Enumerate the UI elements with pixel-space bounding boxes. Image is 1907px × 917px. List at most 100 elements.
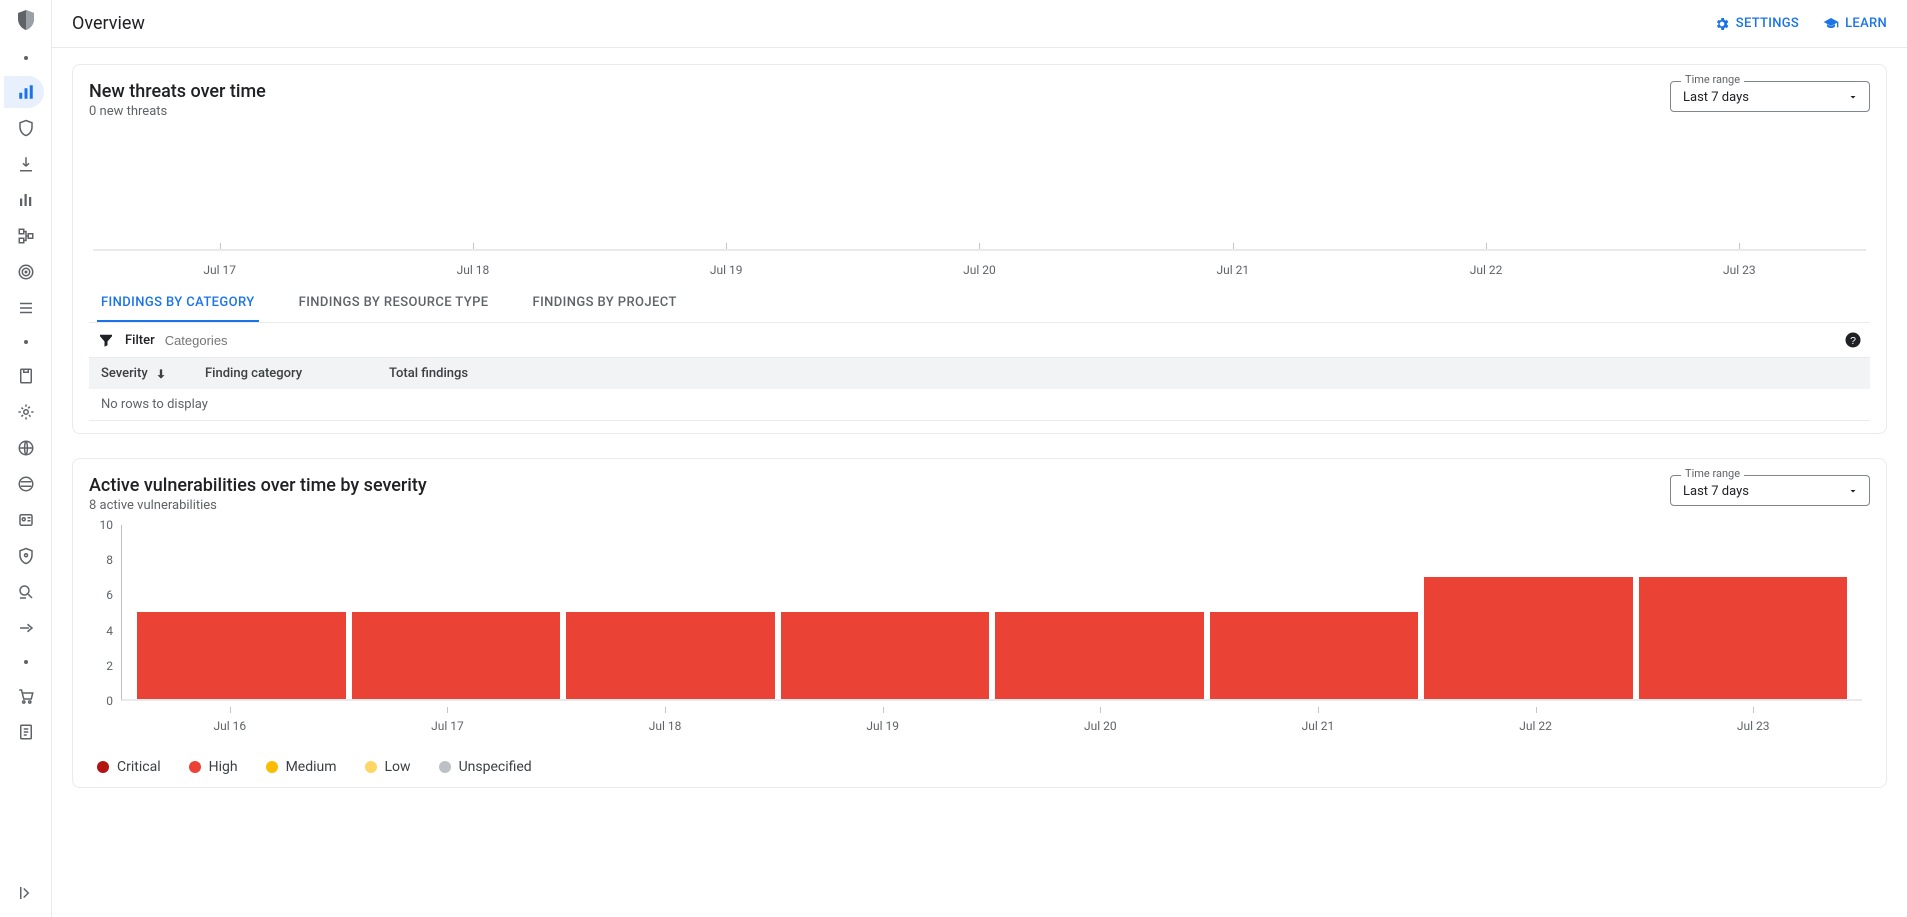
left-rail	[0, 0, 52, 917]
legend-swatch	[266, 761, 278, 773]
legend-item: Low	[365, 759, 411, 775]
chart-bar	[1421, 525, 1636, 699]
legend-label: Critical	[117, 759, 161, 775]
rail-divider-dot	[24, 660, 28, 664]
legend-item: Unspecified	[439, 759, 532, 775]
chart-bar	[349, 525, 564, 699]
chart-x-tick: Jul 18	[346, 247, 599, 277]
nav-radar[interactable]	[4, 256, 44, 288]
col-severity[interactable]: Severity	[101, 366, 181, 381]
chart-bar	[563, 525, 778, 699]
findings-tabs: FINDINGS BY CATEGORY FINDINGS BY RESOURC…	[89, 283, 1870, 323]
settings-button[interactable]: SETTINGS	[1714, 16, 1799, 32]
chart-x-tick: Jul 16	[121, 719, 339, 733]
chart-bar	[778, 525, 993, 699]
nav-search-policy[interactable]	[4, 576, 44, 608]
chart-x-tick: Jul 23	[1613, 247, 1866, 277]
col-category[interactable]: Finding category	[205, 366, 365, 381]
no-rows-message: No rows to display	[89, 389, 1870, 421]
learn-button[interactable]: LEARN	[1823, 16, 1887, 32]
gear-icon	[1714, 16, 1730, 32]
vulnerabilities-card: Active vulnerabilities over time by seve…	[72, 458, 1887, 788]
main-column: Overview SETTINGS LEARN New threats over…	[52, 0, 1907, 917]
chart-y-tick: 0	[106, 694, 113, 708]
tab-findings-resource-type[interactable]: FINDINGS BY RESOURCE TYPE	[295, 283, 493, 322]
graduation-cap-icon	[1823, 16, 1839, 32]
legend-item: High	[189, 759, 238, 775]
legend-label: Medium	[286, 759, 337, 775]
chart-x-tick: Jul 23	[1644, 719, 1862, 733]
topbar: Overview SETTINGS LEARN	[52, 0, 1907, 48]
threats-subtitle: 0 new threats	[89, 104, 266, 119]
threats-card: New threats over time 0 new threats Time…	[72, 64, 1887, 434]
chart-bar	[134, 525, 349, 699]
chart-x-tick: Jul 20	[992, 719, 1210, 733]
col-total[interactable]: Total findings	[389, 366, 468, 381]
nav-policy[interactable]	[4, 540, 44, 572]
findings-table-header: Severity Finding category Total findings	[89, 358, 1870, 389]
nav-analytics[interactable]	[4, 184, 44, 216]
nav-reports[interactable]	[4, 716, 44, 748]
chart-y-tick: 2	[106, 659, 113, 673]
filter-input[interactable]	[165, 333, 365, 348]
threats-time-range-select[interactable]: Time range Last 7 days	[1670, 81, 1870, 112]
chart-x-tick: Jul 17	[339, 719, 557, 733]
chart-x-tick: Jul 22	[1359, 247, 1612, 277]
settings-label: SETTINGS	[1736, 16, 1799, 31]
vuln-time-range-select[interactable]: Time range Last 7 days	[1670, 475, 1870, 506]
rail-expand-toggle[interactable]	[4, 877, 44, 909]
nav-threats[interactable]	[4, 112, 44, 144]
vuln-title: Active vulnerabilities over time by seve…	[89, 475, 427, 496]
nav-identity[interactable]	[4, 504, 44, 536]
learn-label: LEARN	[1845, 16, 1887, 31]
chart-y-tick: 8	[106, 553, 113, 567]
nav-download[interactable]	[4, 148, 44, 180]
nav-settings-gear[interactable]	[4, 396, 44, 428]
nav-compliance[interactable]	[4, 360, 44, 392]
filter-label: Filter	[125, 333, 155, 348]
nav-overview[interactable]	[4, 76, 44, 108]
nav-network[interactable]	[4, 468, 44, 500]
vuln-subtitle: 8 active vulnerabilities	[89, 498, 427, 513]
rail-divider-dot	[24, 340, 28, 344]
time-range-value: Last 7 days	[1683, 90, 1749, 105]
chart-x-tick: Jul 21	[1106, 247, 1359, 277]
legend-item: Medium	[266, 759, 337, 775]
legend-label: Unspecified	[459, 759, 532, 775]
help-icon[interactable]: ?	[1844, 331, 1862, 349]
chart-x-tick: Jul 19	[774, 719, 992, 733]
vulnerabilities-chart: 0246810 Jul 16Jul 17Jul 18Jul 19Jul 20Ju…	[89, 521, 1870, 751]
chart-bar	[1636, 525, 1851, 699]
nav-web[interactable]	[4, 432, 44, 464]
sort-descending-icon	[154, 367, 168, 381]
chart-y-tick: 4	[106, 624, 113, 638]
chart-x-tick: Jul 17	[93, 247, 346, 277]
legend-swatch	[439, 761, 451, 773]
chart-bar	[1207, 525, 1422, 699]
legend-label: Low	[385, 759, 411, 775]
legend-swatch	[365, 761, 377, 773]
nav-hierarchy[interactable]	[4, 220, 44, 252]
caret-down-icon	[1847, 91, 1859, 103]
product-shield-icon	[14, 8, 38, 32]
severity-legend: Critical High Medium Low Unspecified	[89, 759, 1870, 775]
caret-down-icon	[1847, 485, 1859, 497]
nav-marketplace[interactable]	[4, 680, 44, 712]
legend-swatch	[189, 761, 201, 773]
threats-chart: Jul 17Jul 18Jul 19Jul 20Jul 21Jul 22Jul …	[93, 139, 1866, 279]
threats-title: New threats over time	[89, 81, 266, 102]
chart-x-tick: Jul 18	[556, 719, 774, 733]
page-title: Overview	[72, 13, 145, 34]
chart-x-tick: Jul 20	[853, 247, 1106, 277]
legend-swatch	[97, 761, 109, 773]
nav-access[interactable]	[4, 612, 44, 644]
legend-item: Critical	[97, 759, 161, 775]
tab-findings-category[interactable]: FINDINGS BY CATEGORY	[97, 283, 259, 322]
rail-divider-dot	[24, 56, 28, 60]
nav-list[interactable]	[4, 292, 44, 324]
chart-y-tick: 6	[106, 588, 113, 602]
filter-icon	[97, 331, 115, 349]
findings-filter-row: Filter ?	[89, 323, 1870, 358]
chart-bar	[992, 525, 1207, 699]
tab-findings-project[interactable]: FINDINGS BY PROJECT	[529, 283, 681, 322]
